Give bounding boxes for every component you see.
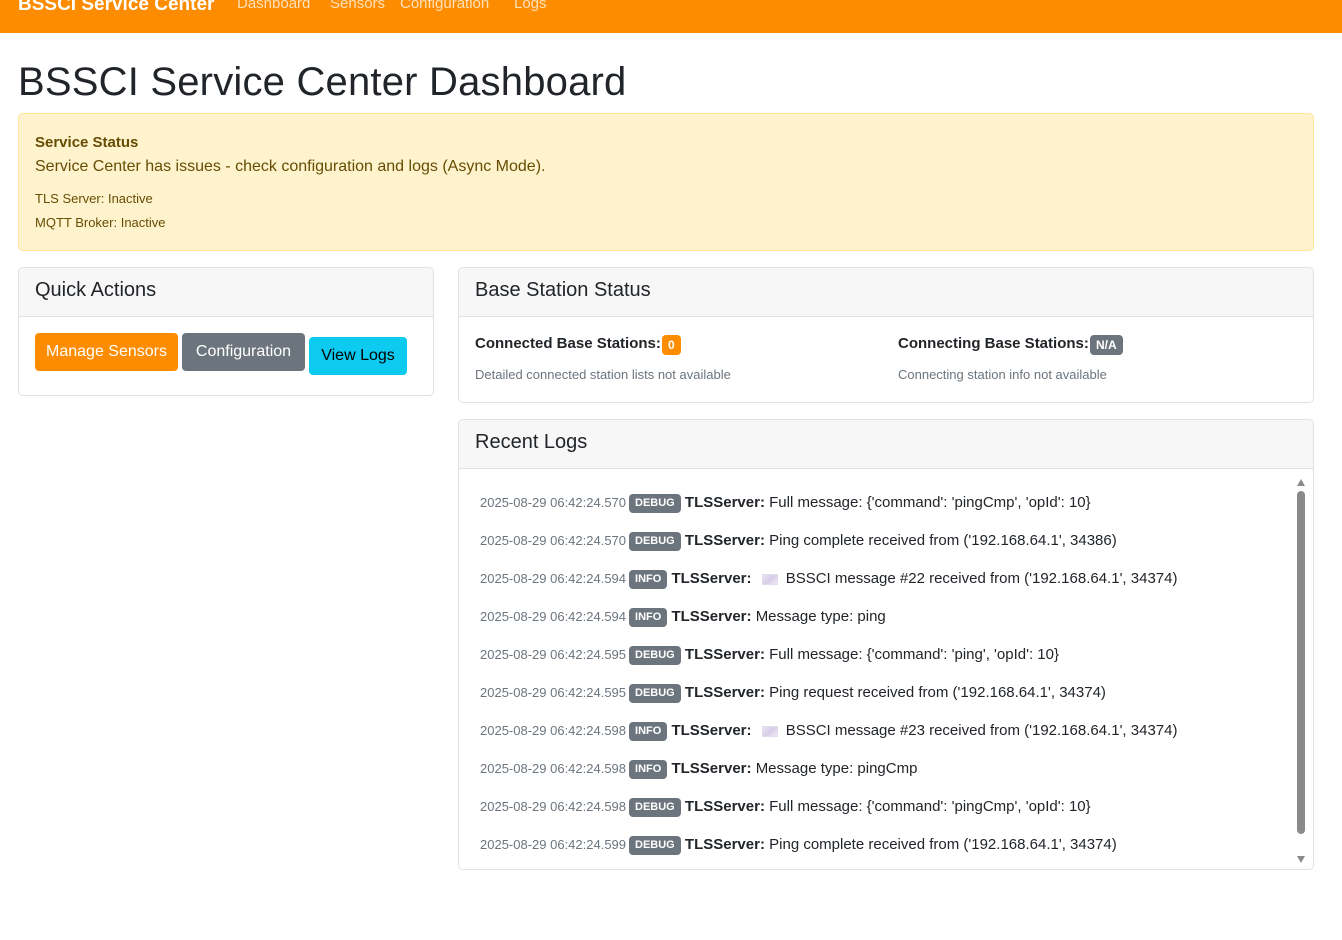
- nav-link-configuration[interactable]: Configuration: [400, 0, 489, 12]
- log-level-badge: DEBUG: [629, 835, 681, 855]
- log-level-badge: DEBUG: [629, 531, 681, 551]
- configuration-button[interactable]: Configuration: [182, 333, 305, 371]
- log-level-badge: INFO: [629, 607, 668, 627]
- recent-logs-title: Recent Logs: [475, 431, 588, 453]
- log-timestamp: 2025-08-29 06:42:24.599: [480, 837, 627, 853]
- log-source: TLSServer:: [684, 646, 765, 664]
- connecting-note: Connecting station info not available: [898, 367, 1107, 382]
- log-source: TLSServer:: [684, 494, 765, 512]
- log-entry: 2025-08-29 06:42:24.594 INFO TLSServer: M…: [480, 607, 886, 627]
- nav-link-dashboard[interactable]: Dashboard: [237, 0, 310, 12]
- nav-link-logs[interactable]: Logs: [514, 0, 547, 12]
- scroll-down-arrow-icon[interactable]: [1297, 856, 1305, 863]
- manage-sensors-button[interactable]: Manage Sensors: [35, 333, 178, 371]
- log-timestamp: 2025-08-29 06:42:24.598: [480, 761, 627, 777]
- log-source: TLSServer:: [671, 760, 752, 778]
- log-level-badge: DEBUG: [629, 493, 681, 513]
- log-level-badge: INFO: [629, 759, 668, 779]
- log-timestamp: 2025-08-29 06:42:24.595: [480, 647, 627, 663]
- log-level-badge: DEBUG: [629, 797, 681, 817]
- connecting-base-stations-label: Connecting Base Stations:: [898, 335, 1089, 352]
- log-entry: 2025-08-29 06:42:24.594 INFO TLSServer: B…: [480, 569, 1177, 589]
- service-status-title: Service Status: [35, 134, 139, 151]
- page-title: BSSCI Service Center Dashboard: [18, 60, 627, 104]
- scroll-up-arrow-icon[interactable]: [1297, 479, 1305, 486]
- service-status-message: Service Center has issues - check config…: [35, 158, 546, 175]
- log-message: Full message: {'command': 'pingCmp', 'op…: [769, 798, 1091, 816]
- log-source: TLSServer:: [684, 684, 765, 702]
- log-source: TLSServer:: [671, 608, 752, 626]
- log-source: TLSServer:: [684, 532, 765, 550]
- log-message: Message type: ping: [755, 608, 886, 626]
- log-level-badge: DEBUG: [629, 645, 681, 665]
- log-message: Full message: {'command': 'ping', 'opId'…: [769, 646, 1059, 664]
- connected-count-badge: 0: [662, 335, 681, 355]
- log-timestamp: 2025-08-29 06:42:24.598: [480, 799, 627, 815]
- log-scroll-area[interactable]: 2025-08-29 06:42:24.570 DEBUG TLSServer: …: [459, 469, 1313, 869]
- log-timestamp: 2025-08-29 06:42:24.570: [480, 533, 627, 549]
- log-timestamp: 2025-08-29 06:42:24.595: [480, 685, 627, 701]
- base-station-card: Base Station Status Connected Base Stati…: [458, 267, 1314, 403]
- log-message: Ping complete received from ('192.168.64…: [769, 532, 1117, 550]
- mqtt-broker-status: MQTT Broker: Inactive: [35, 215, 166, 230]
- log-source: TLSServer:: [684, 798, 765, 816]
- log-entry: 2025-08-29 06:42:24.598 DEBUG TLSServer: …: [480, 797, 1091, 817]
- log-scrollbar[interactable]: [1296, 479, 1306, 863]
- nav-link-sensors[interactable]: Sensors: [330, 0, 385, 12]
- quick-actions-title: Quick Actions: [35, 279, 157, 301]
- log-entry: 2025-08-29 06:42:24.570 DEBUG TLSServer: …: [480, 531, 1117, 551]
- log-message: BSSCI message #22 received from ('192.16…: [785, 570, 1178, 588]
- recent-logs-card: Recent Logs 2025-08-29 06:42:24.570 DEBUG…: [458, 419, 1314, 870]
- tls-server-status: TLS Server: Inactive: [35, 191, 153, 206]
- log-message: BSSCI message #23 received from ('192.16…: [785, 722, 1178, 740]
- envelope-icon: [761, 573, 778, 585]
- log-entry: 2025-08-29 06:42:24.595 DEBUG TLSServer: …: [480, 645, 1059, 665]
- service-status-alert: Service Status Service Center has issues…: [18, 113, 1314, 251]
- log-entry: 2025-08-29 06:42:24.595 DEBUG TLSServer: …: [480, 683, 1106, 703]
- connected-note: Detailed connected station lists not ava…: [475, 367, 731, 382]
- log-entry: 2025-08-29 06:42:24.598 INFO TLSServer: B…: [480, 721, 1177, 741]
- log-entry: 2025-08-29 06:42:24.598 INFO TLSServer: M…: [480, 759, 917, 779]
- log-level-badge: INFO: [629, 721, 668, 741]
- envelope-icon: [761, 725, 778, 737]
- log-timestamp: 2025-08-29 06:42:24.594: [480, 571, 627, 587]
- log-message: Full message: {'command': 'pingCmp', 'op…: [769, 494, 1091, 512]
- recent-logs-header: Recent Logs: [459, 420, 1313, 469]
- base-station-header: Base Station Status: [459, 268, 1313, 317]
- log-entry: 2025-08-29 06:42:24.599 DEBUG TLSServer: …: [480, 835, 1117, 855]
- quick-actions-header: Quick Actions: [19, 268, 433, 317]
- log-timestamp: 2025-08-29 06:42:24.594: [480, 609, 627, 625]
- log-entry: 2025-08-29 06:42:24.570 DEBUG TLSServer: …: [480, 493, 1091, 513]
- log-message: Ping complete received from ('192.168.64…: [769, 836, 1117, 854]
- log-source: TLSServer:: [671, 722, 752, 740]
- log-level-badge: INFO: [629, 569, 668, 589]
- log-source: TLSServer:: [684, 836, 765, 854]
- connecting-count-badge: N/A: [1090, 335, 1123, 355]
- log-message: Ping request received from ('192.168.64.…: [769, 684, 1106, 702]
- quick-actions-card: Quick Actions Manage Sensors Configurati…: [18, 267, 434, 396]
- base-station-title: Base Station Status: [475, 279, 651, 301]
- log-timestamp: 2025-08-29 06:42:24.570: [480, 495, 627, 511]
- scroll-thumb[interactable]: [1297, 491, 1305, 834]
- log-source: TLSServer:: [671, 570, 752, 588]
- navbar-brand[interactable]: BSSCI Service Center: [18, 0, 214, 16]
- connected-base-stations-label: Connected Base Stations:: [475, 335, 661, 352]
- view-logs-button[interactable]: View Logs: [309, 337, 407, 375]
- navbar: BSSCI Service Center Dashboard Sensors C…: [0, 0, 1342, 33]
- log-level-badge: DEBUG: [629, 683, 681, 703]
- log-timestamp: 2025-08-29 06:42:24.598: [480, 723, 627, 739]
- log-message: Message type: pingCmp: [755, 760, 918, 778]
